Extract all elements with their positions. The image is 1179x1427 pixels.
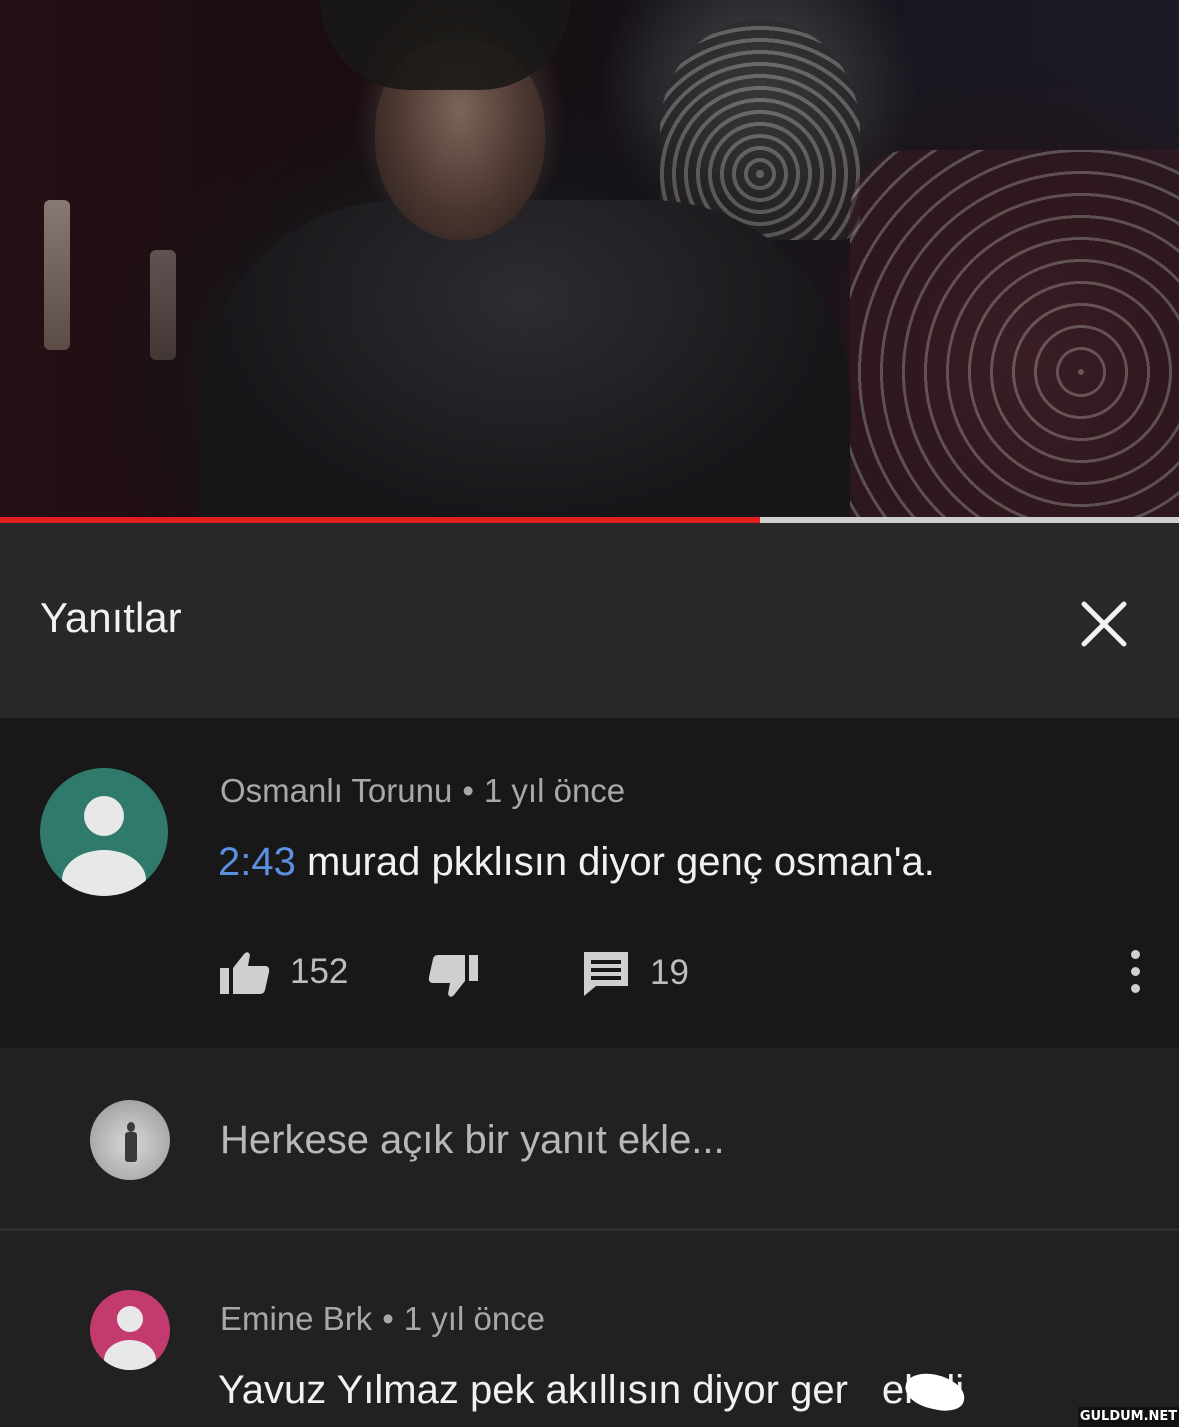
reply-icon (584, 952, 628, 996)
throne-decor (850, 150, 1179, 520)
comment-text: 2:43 murad pkklısın diyor genç osman'a. (218, 840, 935, 885)
reply-input[interactable] (220, 1110, 1100, 1170)
avatar-figure-body (125, 1132, 137, 1162)
user-avatar[interactable] (90, 1100, 170, 1180)
meta-separator: • (382, 1300, 394, 1337)
timestamp-link[interactable]: 2:43 (218, 840, 296, 884)
reply-meta: Emine Brk • 1 yıl önce (220, 1300, 545, 1338)
more-options-button[interactable] (1120, 950, 1150, 994)
like-button[interactable]: 152 (220, 950, 348, 994)
dislike-button[interactable] (428, 955, 478, 999)
reply-author[interactable]: Emine Brk (220, 1300, 372, 1337)
candle-decor (44, 200, 70, 350)
avatar-figure-head (127, 1122, 135, 1132)
more-vert-icon (1120, 950, 1150, 993)
character-turban (320, 0, 570, 90)
meta-separator: • (462, 772, 474, 809)
comment-author[interactable]: Osmanlı Torunu (220, 772, 452, 809)
close-icon (1081, 601, 1127, 647)
reply-time: 1 yıl önce (403, 1300, 546, 1337)
person-icon (84, 796, 124, 836)
person-icon (117, 1306, 143, 1332)
close-button[interactable] (1074, 594, 1134, 654)
reply-count-button[interactable]: 19 (582, 950, 689, 996)
comment-body: murad pkklısın diyor genç osman'a. (295, 840, 935, 884)
page-title: Yanıtlar (40, 594, 182, 641)
person-icon-body (62, 850, 146, 896)
watermark: GULDUM.NET (1078, 1407, 1179, 1427)
dislike-icon (428, 955, 478, 997)
reply-text: Yavuz Yılmaz pek akıllısın diyor gerekal… (218, 1368, 964, 1413)
comment-time: 1 yıl önce (483, 772, 626, 809)
candle-decor (150, 250, 176, 360)
comment-meta: Osmanlı Torunu • 1 yıl önce (220, 772, 625, 810)
character-body (200, 200, 850, 520)
reply-count: 19 (650, 953, 689, 992)
person-icon-body (104, 1340, 156, 1370)
video-player[interactable] (0, 0, 1179, 520)
like-icon (220, 952, 270, 994)
avatar[interactable] (40, 768, 168, 896)
reply-avatar[interactable] (90, 1290, 170, 1370)
like-count: 152 (290, 952, 349, 991)
reply-body: Yavuz Yılmaz pek akıllısın diyor ger (218, 1368, 848, 1412)
